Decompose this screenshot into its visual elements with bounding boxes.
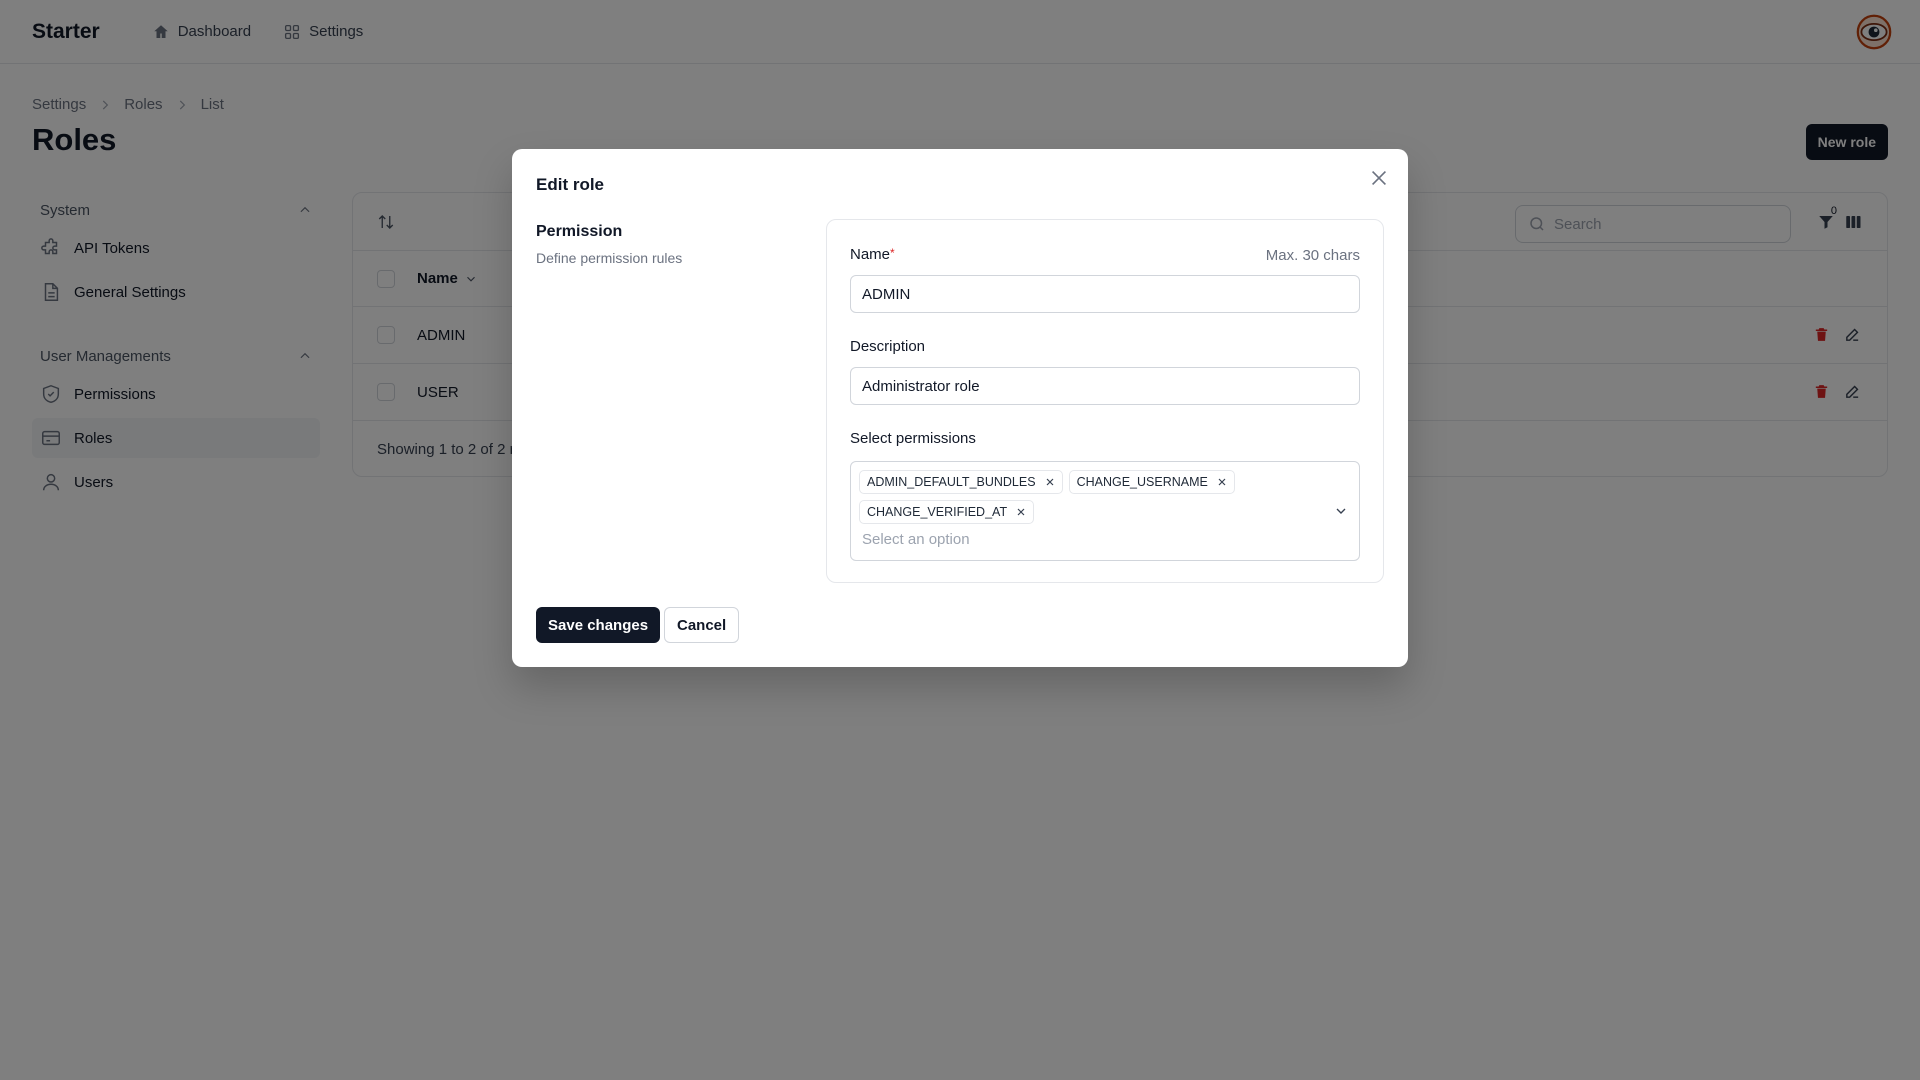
permission-tag: CHANGE_VERIFIED_AT (859, 500, 1035, 524)
remove-tag-icon[interactable] (1044, 476, 1056, 488)
description-label: Description (850, 338, 926, 355)
permission-tag: ADMIN_DEFAULT_BUNDLES (859, 470, 1063, 494)
modal-title: Edit role (536, 175, 605, 194)
name-input[interactable] (850, 275, 1360, 313)
permission-tag-label: CHANGE_VERIFIED_AT (867, 505, 1008, 519)
selected-permissions: ADMIN_DEFAULT_BUNDLES CHANGE_USERNAME CH… (859, 470, 1329, 524)
edit-role-modal: Edit role Permission Define permission r… (512, 149, 1408, 667)
description-input[interactable] (850, 367, 1360, 405)
role-form: Name* Max. 30 chars Description Select p… (826, 219, 1384, 583)
section-title: Permission (536, 223, 623, 240)
permission-tag-label: CHANGE_USERNAME (1076, 475, 1208, 489)
chevron-down-icon[interactable] (1333, 503, 1349, 519)
section-description: Define permission rules (536, 250, 683, 266)
close-icon[interactable] (1368, 167, 1390, 189)
permission-tag-label: ADMIN_DEFAULT_BUNDLES (867, 475, 1036, 489)
permissions-search-placeholder[interactable]: Select an option (862, 531, 970, 548)
permissions-label: Select permissions (850, 430, 976, 447)
name-label: Name* (850, 246, 895, 263)
remove-tag-icon[interactable] (1015, 506, 1027, 518)
save-changes-button[interactable]: Save changes (536, 607, 661, 643)
cancel-button[interactable]: Cancel (664, 607, 740, 643)
name-hint: Max. 30 chars (1265, 247, 1360, 264)
permissions-multiselect[interactable]: ADMIN_DEFAULT_BUNDLES CHANGE_USERNAME CH… (850, 461, 1360, 561)
permission-tag: CHANGE_USERNAME (1068, 470, 1235, 494)
remove-tag-icon[interactable] (1216, 476, 1228, 488)
